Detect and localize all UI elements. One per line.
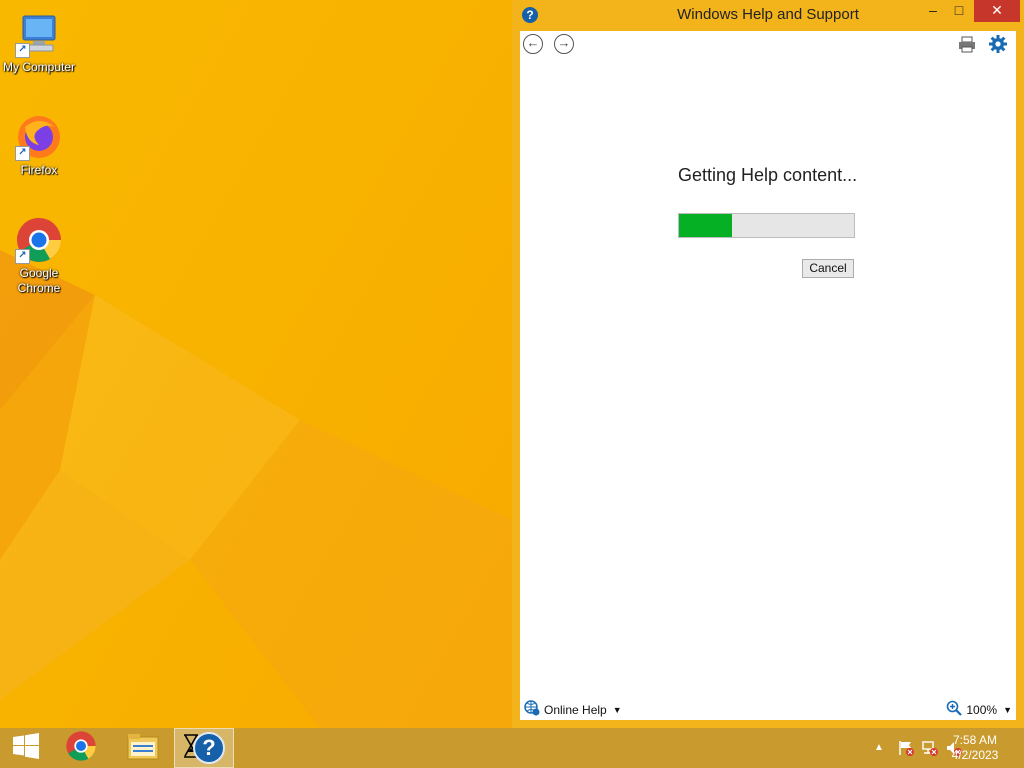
system-tray: ▲ 7:58 AM 4/2/2023 [824, 728, 1024, 768]
title-bar[interactable]: ? Windows Help and Support – □ ✕ [512, 0, 1024, 30]
desktop-icon-google-chrome[interactable]: ↗ Google Chrome [1, 216, 77, 296]
maximize-button[interactable]: □ [942, 0, 976, 22]
taskbar-chrome-button[interactable] [55, 728, 107, 768]
help-icon: ? [193, 732, 225, 764]
magnifier-icon [946, 700, 963, 719]
windows-logo-icon [13, 732, 39, 764]
cancel-button[interactable]: Cancel [802, 259, 854, 278]
shortcut-arrow-icon: ↗ [15, 249, 30, 264]
action-center-flag-icon[interactable] [898, 740, 914, 761]
window-title: Windows Help and Support [677, 6, 859, 23]
desktop-icon-label: Firefox [20, 163, 58, 177]
taskbar-file-explorer-button[interactable] [117, 728, 169, 768]
clock-date: 4/2/2023 [951, 748, 999, 762]
clock[interactable]: 7:58 AM 4/2/2023 [945, 733, 1005, 763]
desktop-icon-my-computer[interactable]: ↗ My Computer [1, 10, 77, 75]
zoom-level: 100% [966, 702, 998, 717]
help-icon: ? [522, 7, 538, 23]
zoom-dropdown[interactable]: 100% ▼ [946, 700, 1012, 719]
gear-icon[interactable] [988, 34, 1008, 59]
online-help-label: Online Help [544, 702, 607, 717]
computer-icon: ↗ [15, 10, 63, 58]
loading-message: Getting Help content... [678, 165, 858, 185]
caret-down-icon: ▼ [1003, 704, 1012, 715]
taskbar-help-button[interactable]: ? [174, 728, 234, 768]
progress-fill [679, 214, 732, 237]
status-bar: Online Help ▼ 100% ▼ [520, 698, 1016, 720]
shortcut-arrow-icon: ↗ [15, 43, 30, 58]
show-hidden-icons-button[interactable]: ▲ [874, 742, 884, 753]
desktop-icon-label: Google Chrome [17, 266, 61, 295]
caret-down-icon: ▼ [612, 704, 622, 715]
clock-time: 7:58 AM [952, 733, 998, 747]
help-window: ? Windows Help and Support – □ ✕ ← → Get… [512, 0, 1024, 728]
back-button[interactable]: ← [523, 34, 543, 54]
desktop-icon-label: My Computer [2, 60, 76, 74]
chrome-icon [65, 730, 97, 767]
close-button[interactable]: ✕ [974, 0, 1020, 22]
taskbar: ? ▲ 7:58 AM 4/2/2023 [0, 728, 1024, 768]
chrome-icon: ↗ [15, 216, 63, 264]
start-button[interactable] [0, 728, 52, 768]
firefox-icon: ↗ [15, 113, 63, 161]
shortcut-arrow-icon: ↗ [15, 146, 30, 161]
online-help-dropdown[interactable]: Online Help ▼ [524, 700, 622, 719]
globe-help-icon [524, 700, 540, 719]
help-content-area: ← → Getting Help content... Cancel Onlin… [520, 31, 1016, 720]
progress-bar [678, 213, 855, 238]
file-explorer-icon [127, 731, 159, 766]
network-icon[interactable] [922, 740, 938, 761]
print-icon[interactable] [958, 36, 976, 58]
forward-button[interactable]: → [554, 34, 574, 54]
desktop-icon-firefox[interactable]: ↗ Firefox [1, 113, 77, 178]
